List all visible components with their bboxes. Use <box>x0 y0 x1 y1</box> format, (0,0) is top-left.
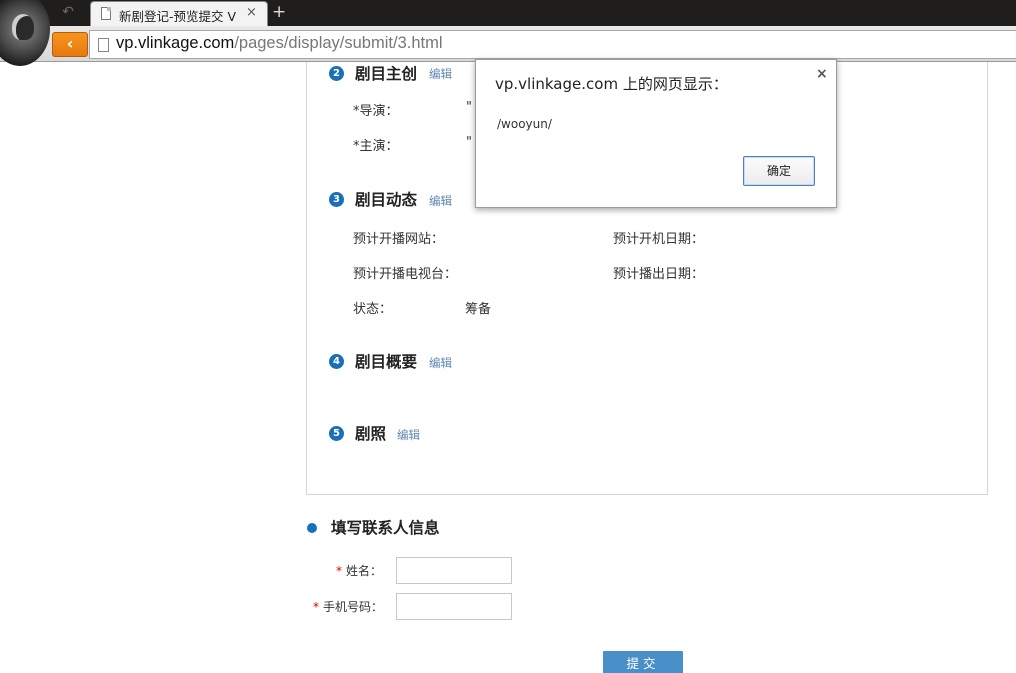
section-number-badge: 2 <box>329 66 344 81</box>
phone-label: * 手机号码： <box>313 598 383 615</box>
url-path: /pages/display/submit/3.html <box>234 34 443 52</box>
tab-title: 新剧登记-预览提交 V <box>119 9 237 24</box>
section-title-creators: 剧目主创 <box>355 65 418 83</box>
section-title-stills: 剧照 <box>355 425 387 443</box>
director-value: " <box>466 100 472 115</box>
contact-section-title: 填写联系人信息 <box>331 519 440 537</box>
page-icon <box>98 38 109 52</box>
contact-bullet-icon <box>307 523 317 533</box>
website-label: 预计开播网站： <box>353 232 445 247</box>
name-input[interactable] <box>396 557 512 584</box>
status-value: 筹备 <box>465 302 492 317</box>
section-number-badge: 5 <box>329 426 344 441</box>
name-label-text: 姓名： <box>346 564 383 578</box>
submit-button[interactable]: 提交 <box>603 651 683 673</box>
edit-creators-link[interactable]: 编辑 <box>429 66 452 82</box>
section-number-badge: 3 <box>329 192 344 207</box>
edit-dynamics-link[interactable]: 编辑 <box>429 193 452 209</box>
new-tab-button[interactable]: + <box>272 2 286 22</box>
section-number-badge: 4 <box>329 354 344 369</box>
tv-station-label: 预计开播电视台： <box>353 267 458 282</box>
back-button[interactable]: ‹ <box>52 32 88 57</box>
close-icon[interactable]: × <box>816 66 828 82</box>
required-mark: * <box>336 564 342 578</box>
section-title-summary: 剧目概要 <box>355 353 418 371</box>
required-mark: * <box>313 600 319 614</box>
url-host: vp.vlinkage.com <box>116 34 235 52</box>
undo-close-tab-icon[interactable]: ↶ <box>52 2 84 22</box>
lead-actor-label: *主演： <box>353 139 399 154</box>
edit-summary-link[interactable]: 编辑 <box>429 355 452 371</box>
ok-button[interactable]: 确定 <box>743 156 815 186</box>
tab-close-icon[interactable]: × <box>246 5 257 20</box>
lead-actor-value: " <box>466 135 472 150</box>
name-label: * 姓名： <box>336 562 382 579</box>
air-date-label: 预计播出日期： <box>613 267 705 282</box>
edit-stills-link[interactable]: 编辑 <box>397 427 420 443</box>
alert-dialog: vp.vlinkage.com 上的网页显示： × /wooyun/ 确定 <box>475 59 837 208</box>
phone-input[interactable] <box>396 593 512 620</box>
section-title-dynamics: 剧目动态 <box>355 191 418 209</box>
browser-tab[interactable]: 新剧登记-预览提交 V × <box>90 1 268 26</box>
url-text[interactable]: vp.vlinkage.com/pages/display/submit/3.h… <box>116 34 443 53</box>
alert-title: vp.vlinkage.com 上的网页显示： <box>495 75 728 93</box>
browser-chrome: ↶ 新剧登记-预览提交 V × + ‹ vp.vlinkage.com/page… <box>0 0 1016 66</box>
status-label: 状态： <box>353 302 393 317</box>
director-label: *导演： <box>353 104 399 119</box>
alert-message: /wooyun/ <box>497 117 552 131</box>
page-icon <box>101 7 111 20</box>
start-date-label: 预计开机日期： <box>613 232 705 247</box>
browser-toolbar: ‹ vp.vlinkage.com/pages/display/submit/3… <box>0 26 1016 62</box>
phone-label-text: 手机号码： <box>323 600 384 614</box>
address-bar[interactable]: vp.vlinkage.com/pages/display/submit/3.h… <box>89 30 1016 59</box>
